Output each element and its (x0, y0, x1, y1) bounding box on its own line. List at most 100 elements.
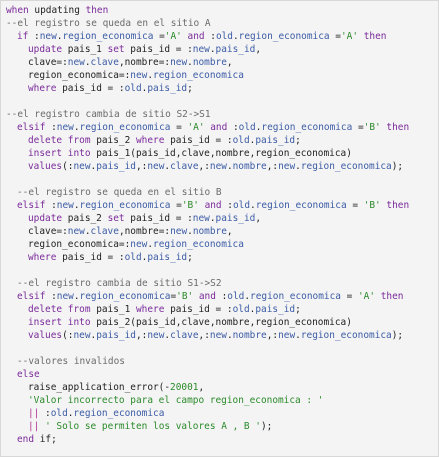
code-token: = (170, 200, 182, 211)
code-keyword: elsif (17, 122, 46, 133)
code-keyword: into (67, 148, 91, 159)
code-line: insert into pais_1(pais_id,clave,nombre,… (6, 147, 409, 160)
code-string: 'B' (176, 291, 194, 302)
code-token: region_economica (300, 161, 392, 172)
code-token: new (56, 122, 74, 133)
code-keyword: where (28, 83, 57, 94)
code-token: region_economica=: (28, 239, 131, 250)
code-string: 'A' (358, 291, 376, 302)
code-token: pais_id (255, 304, 296, 315)
code-string: 'A' (187, 122, 205, 133)
code-string: 'B' (181, 200, 199, 211)
code-string: 'Valor incorrecto para el campo region_e… (28, 395, 324, 406)
code-comment: --el registro se queda en el sitio B (17, 187, 222, 198)
code-token: new (147, 161, 165, 172)
code-token: ,nombre=: (118, 57, 171, 68)
code-token: ; (295, 135, 301, 146)
code-token: : (221, 200, 233, 211)
code-line: values(:new.pais_id,:new.clave,:new.nomb… (6, 329, 409, 342)
code-keyword: update (28, 44, 63, 55)
code-keyword: end (17, 434, 35, 445)
code-keyword: set (107, 44, 125, 55)
code-token: : (227, 122, 239, 133)
code-keyword: and (204, 200, 222, 211)
code-token: old (238, 122, 256, 133)
code-keyword: if (17, 31, 29, 42)
code-token: ,: (135, 330, 148, 341)
code-token: nombre (232, 161, 267, 172)
code-token: region_economica (73, 408, 165, 419)
code-line: elsif :new.region_economica='B' and :old… (6, 290, 409, 303)
code-keyword: then (386, 122, 410, 133)
code-comment: --el registro se queda en el sitio A (6, 18, 211, 29)
code-token: , (198, 382, 205, 393)
code-token: : (39, 408, 51, 419)
code-keyword: set (107, 213, 125, 224)
code-comment: --el registro cambia de sitio S2->S1 (6, 109, 211, 120)
code-token: region_economica (255, 200, 347, 211)
code-token: region_economica (250, 291, 341, 302)
code-token: region_economica (261, 122, 353, 133)
code-token: new (209, 330, 227, 341)
code-token: pais_id (215, 44, 256, 55)
code-token: clave (90, 57, 119, 68)
code-token: pais_1 (62, 44, 108, 55)
code-keyword: where (135, 304, 165, 315)
code-string: ' Solo se permiten los valores A , B ' (45, 421, 261, 432)
code-line: --el registro cambia de sitio S2->S1 (6, 108, 409, 121)
code-token: : (215, 291, 228, 302)
code-keyword: when (6, 5, 29, 16)
code-string: 'B' (363, 200, 381, 211)
code-line: delete from pais_1 where pais_id = :old.… (6, 303, 409, 316)
code-token: , (226, 57, 233, 68)
code-keyword: then (85, 5, 109, 16)
code-line: where pais_id = :old.pais_id; (6, 82, 409, 95)
code-token: clave=: (28, 57, 68, 68)
code-token: : (45, 291, 57, 302)
code-keyword: then (363, 31, 387, 42)
code-token: region_economica (79, 291, 171, 302)
code-keyword: and (210, 122, 228, 133)
code-editor[interactable]: when updating then --el registro se queda… (0, 0, 439, 457)
code-string: 'B' (363, 122, 381, 133)
code-line: clave=:new.clave,nombre=:new.nombre, (6, 56, 409, 69)
code-line: region_economica=:new.region_economica (6, 238, 409, 251)
code-keyword: into (67, 317, 91, 328)
code-token: : (45, 122, 57, 133)
code-token: : (204, 31, 216, 42)
code-line: if :new.region_economica ='A' and :old.r… (6, 30, 409, 43)
code-token: raise_application_error(- (28, 382, 171, 393)
code-token: old (50, 408, 68, 419)
code-line: || ' Solo se permiten los valores A , B … (6, 420, 409, 433)
code-keyword: delete (28, 135, 63, 146)
code-token: nombre (232, 330, 267, 341)
code-token: nombre (192, 226, 227, 237)
code-token: pais_1 (90, 304, 136, 315)
code-token: region_economica (62, 31, 154, 42)
code-token: ; (295, 304, 301, 315)
code-token: updating (28, 5, 86, 16)
code-line: clave=:new.clave,nombre=:new.nombre, (6, 225, 409, 238)
code-keyword: elsif (17, 291, 46, 302)
code-token: old (227, 291, 245, 302)
code-token: new (192, 44, 210, 55)
code-block[interactable]: when updating then --el registro se queda… (6, 4, 409, 446)
code-line: raise_application_error(-20001, (6, 381, 409, 394)
code-token: pais_2 (62, 213, 108, 224)
code-line: values(:new.pais_id,:new.clave,:new.nomb… (6, 160, 409, 173)
code-keyword: from (67, 135, 91, 146)
code-token: pais_id = : (124, 213, 193, 224)
code-keyword: and (198, 291, 216, 302)
code-token: new (192, 213, 210, 224)
code-token: new (147, 330, 165, 341)
code-token: ,nombre=: (118, 226, 171, 237)
code-token: region_economica (79, 122, 171, 133)
code-line: else (6, 368, 409, 381)
code-comment: --valores invalidos (17, 356, 125, 367)
code-token: pais_id = : (164, 135, 233, 146)
code-line: --el registro cambia de sitio S1->S2 (6, 277, 409, 290)
code-token: region_economica (79, 200, 171, 211)
code-line: update pais_1 set pais_id = :new.pais_id… (6, 43, 409, 56)
code-token: new (67, 57, 85, 68)
